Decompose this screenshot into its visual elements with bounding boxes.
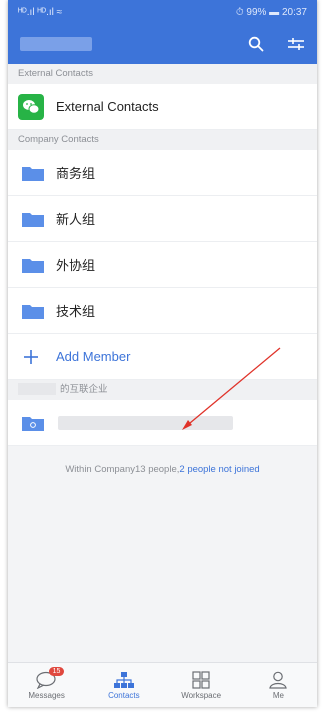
phone-frame: ᴴᴰ.ıl ᴴᴰ.ıl ≈ ⏱ 99% ▬ 20:37 External Con… <box>8 0 317 707</box>
add-member-label: Add Member <box>56 349 131 364</box>
search-icon[interactable] <box>247 35 265 53</box>
signal-indicator: ᴴᴰ.ıl ᴴᴰ.ıl ≈ <box>18 6 63 18</box>
group-item[interactable]: 外协组 <box>8 242 317 288</box>
status-right: ⏱ 99% ▬ 20:37 <box>235 6 307 18</box>
group-item[interactable]: 商务组 <box>8 150 317 196</box>
page-title-blurred <box>20 37 92 51</box>
group-label: 外协组 <box>56 258 96 273</box>
unread-badge: 15 <box>48 666 65 676</box>
tab-label: Workspace <box>181 690 222 700</box>
partner-enterprise-item[interactable] <box>8 400 317 446</box>
company-contacts-header: Company Contacts <box>8 130 317 150</box>
group-item[interactable]: 新人组 <box>8 196 317 242</box>
partner-header-label: 的互联企业 <box>60 384 108 395</box>
group-label: 商务组 <box>56 166 96 181</box>
org-chart-icon <box>113 671 134 688</box>
blurred-text <box>18 383 56 396</box>
summary-text: Within Company13 people, <box>65 464 180 475</box>
plus-icon <box>24 349 38 364</box>
folder-icon <box>22 258 44 273</box>
blurred-enterprise-name <box>58 415 233 430</box>
tab-me[interactable]: Me <box>248 671 308 700</box>
add-member-button[interactable]: Add Member <box>8 334 317 380</box>
external-contacts-item[interactable]: External Contacts <box>8 84 317 130</box>
contacts-summary: Within Company13 people,2 people not joi… <box>8 464 317 475</box>
external-contacts-header: External Contacts <box>8 64 317 84</box>
folder-icon <box>22 304 44 319</box>
wechat-icon <box>18 93 44 120</box>
filter-icon[interactable] <box>287 35 305 53</box>
shared-folder-icon <box>22 416 44 431</box>
bottom-tab-bar: 15 Messages Contacts Workspace Me <box>8 662 317 707</box>
partner-enterprises-header: 的互联企业 <box>8 380 317 400</box>
tab-label: Me <box>272 690 284 700</box>
tab-workspace[interactable]: Workspace <box>171 670 231 700</box>
tab-contacts[interactable]: Contacts <box>94 671 154 700</box>
group-item[interactable]: 技术组 <box>8 288 317 334</box>
app-bar <box>8 24 317 64</box>
not-joined-link[interactable]: 2 people not joined <box>179 464 259 475</box>
folder-icon <box>22 212 44 227</box>
person-icon <box>269 671 288 689</box>
group-label: 技术组 <box>56 304 96 319</box>
external-contacts-label: External Contacts <box>56 99 159 114</box>
folder-icon <box>22 166 44 181</box>
tab-label: Contacts <box>108 690 140 700</box>
status-bar: ᴴᴰ.ıl ᴴᴰ.ıl ≈ ⏱ 99% ▬ 20:37 <box>8 0 317 24</box>
group-label: 新人组 <box>56 212 96 227</box>
tab-messages[interactable]: 15 Messages <box>17 666 77 700</box>
tab-label: Messages <box>28 690 65 700</box>
grid-icon <box>192 670 210 689</box>
